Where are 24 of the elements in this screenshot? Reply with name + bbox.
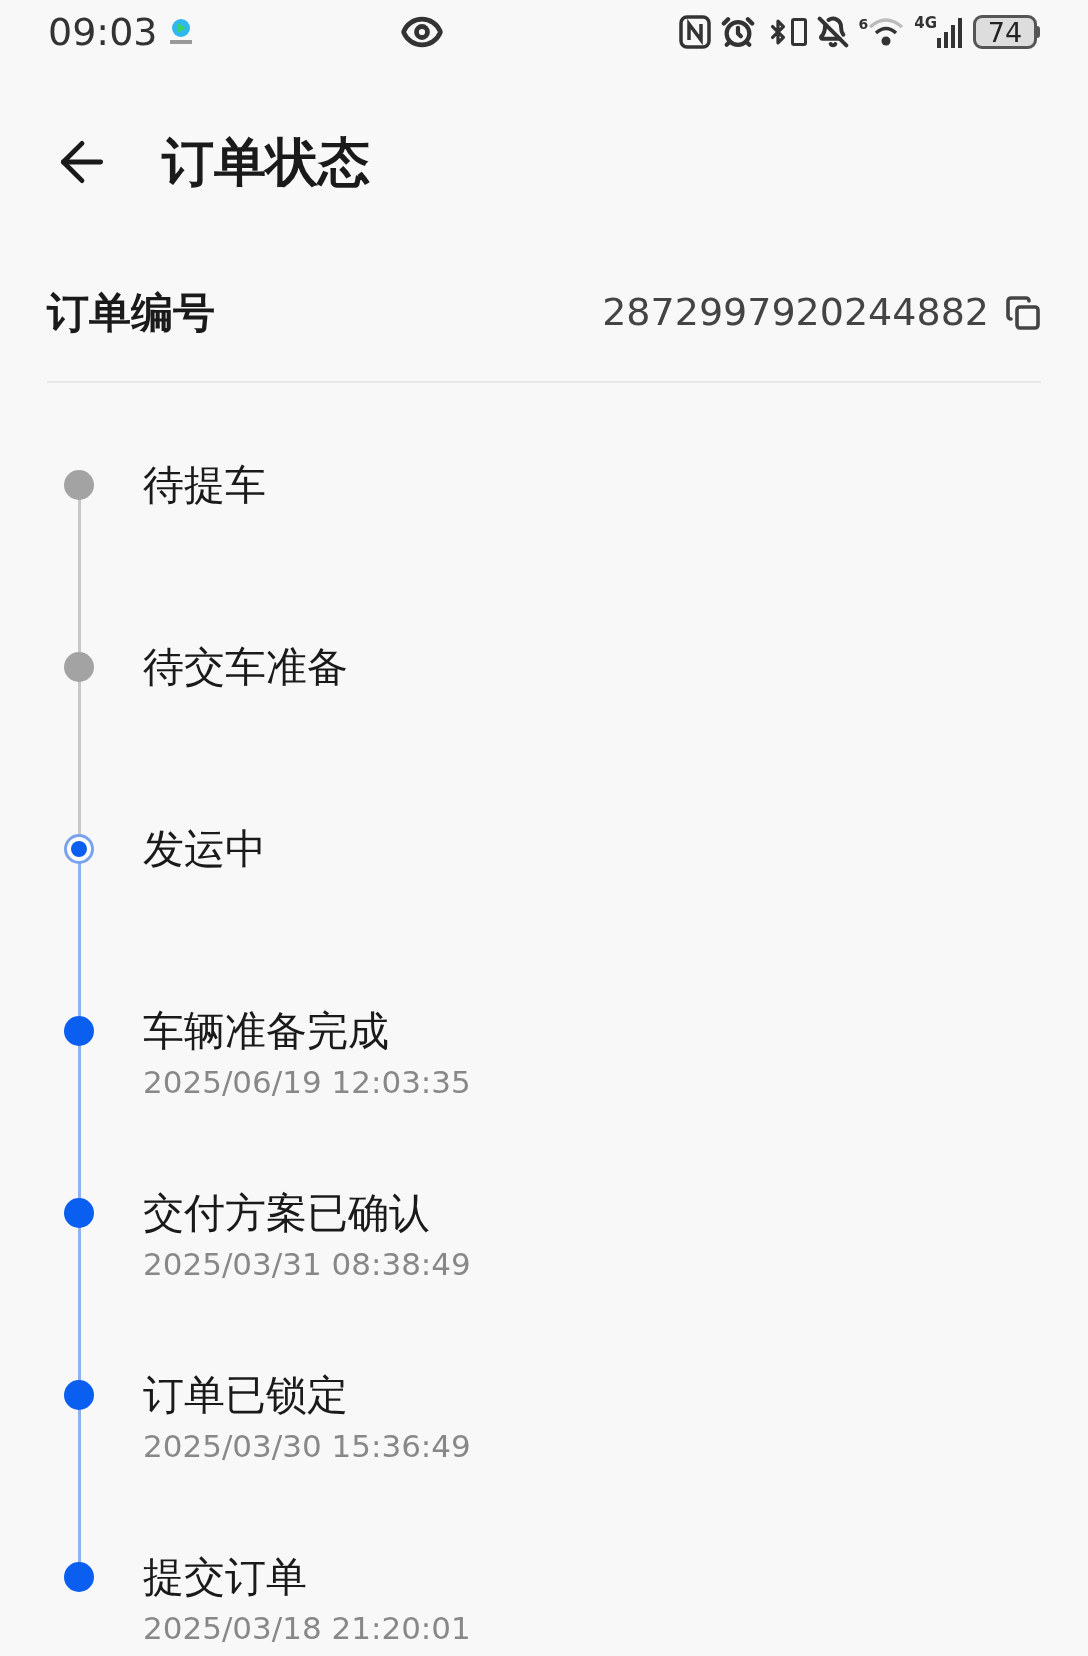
alarm-icon — [720, 15, 755, 49]
order-number: 2872997920244882 — [602, 289, 989, 336]
step-time: 2025/03/31 08:38:49 — [143, 1245, 471, 1284]
wifi-icon — [868, 17, 905, 47]
wifi-generation-label: 6 — [858, 17, 869, 31]
step-label: 待提车 — [143, 460, 266, 511]
network-type: 4G — [914, 16, 937, 31]
status-time: 09:03 — [48, 8, 158, 56]
copy-button[interactable] — [1005, 294, 1041, 331]
step-label: 发运中 — [143, 824, 266, 875]
step-label: 交付方案已确认 — [143, 1188, 431, 1239]
order-number-label: 订单编号 — [47, 287, 215, 339]
mute-icon — [816, 16, 849, 48]
step-time: 2025/06/19 12:03:35 — [143, 1063, 471, 1102]
step-label: 订单已锁定 — [143, 1370, 349, 1421]
battery-indicator: 74 — [973, 15, 1037, 49]
page-title: 订单状态 — [162, 131, 370, 194]
step-time: 2025/03/18 21:20:01 — [143, 1609, 471, 1648]
signal-icon — [937, 16, 963, 48]
nfc-icon — [678, 15, 711, 49]
step-label: 车辆准备完成 — [143, 1006, 390, 1057]
step-label: 提交订单 — [143, 1552, 308, 1603]
step-time: 2025/03/30 15:36:49 — [143, 1427, 471, 1466]
step-label: 待交车准备 — [143, 642, 348, 693]
